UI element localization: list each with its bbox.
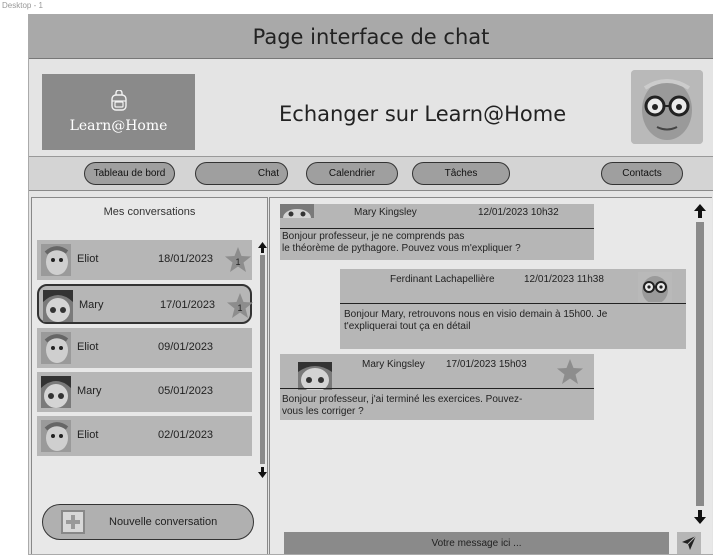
- scroll-up-arrow-icon: [694, 204, 706, 218]
- logo[interactable]: Learn@Home: [42, 74, 195, 150]
- conversation-name: Mary: [77, 385, 102, 397]
- message-author: Mary Kingsley: [362, 359, 425, 370]
- send-button[interactable]: [677, 532, 701, 554]
- message-bubble: Mary Kingsley 12/01/2023 10h32 Bonjour p…: [280, 204, 594, 260]
- conversation-date: 05/01/2023: [158, 385, 214, 397]
- message-text-line: Bonjour professeur, j'ai terminé les exe…: [282, 394, 523, 405]
- conversation-item-selected[interactable]: Mary 17/01/2023 1: [37, 284, 253, 324]
- nav-tasks-button[interactable]: Tâches: [412, 162, 510, 185]
- conversation-date: 18/01/2023: [158, 253, 214, 265]
- new-conversation-label: Nouvelle conversation: [109, 516, 218, 528]
- message-divider: [280, 388, 594, 389]
- star-badge-icon: 1: [227, 293, 253, 318]
- nav-bar: Tableau de bord Chat Calendrier Tâches C…: [29, 157, 713, 191]
- app-frame: Page interface de chat Learn@Home Echang…: [28, 14, 713, 555]
- backpack-icon: [110, 90, 127, 111]
- conversation-item[interactable]: Eliot 18/01/2023 1: [37, 240, 252, 280]
- message-text-line: vous les corriger ?: [282, 406, 364, 417]
- nav-calendar-button[interactable]: Calendrier: [306, 162, 398, 185]
- star-icon[interactable]: [556, 358, 584, 386]
- avatar: [41, 244, 71, 276]
- message-text-line: t'expliquerai tout ça en détail: [344, 321, 471, 332]
- message-input-placeholder: Votre message ici ...: [431, 537, 522, 549]
- message-datetime: 17/01/2023 15h03: [446, 359, 527, 370]
- message-bubble: Mary Kingsley 17/01/2023 15h03 Bonjour p…: [280, 354, 594, 420]
- chat-scrollbar[interactable]: [694, 204, 706, 524]
- message-bubble: Ferdinant Lachapellière 12/01/2023 11h38…: [340, 269, 686, 349]
- scroll-down-arrow-icon: [258, 467, 267, 478]
- nav-chat-label: Chat: [257, 168, 279, 179]
- nav-dashboard-label: Tableau de bord: [93, 168, 166, 179]
- message-input[interactable]: Votre message ici ...: [284, 532, 669, 554]
- avatar: [298, 362, 332, 390]
- title-bar: Page interface de chat: [29, 15, 713, 59]
- message-divider: [280, 228, 594, 229]
- avatar: [638, 272, 672, 302]
- conversations-title: Mes conversations: [103, 206, 196, 218]
- message-author: Mary Kingsley: [354, 207, 417, 218]
- profile-avatar[interactable]: [631, 70, 703, 144]
- avatar: [280, 204, 314, 218]
- scroll-up-arrow-icon: [258, 242, 267, 253]
- conversations-panel: Mes conversations Eliot 18/01/2023 1 Mar…: [31, 197, 268, 554]
- badge-count: 1: [235, 257, 240, 267]
- chat-panel: Mary Kingsley 12/01/2023 10h32 Bonjour p…: [269, 197, 712, 554]
- page-title: Page interface de chat: [252, 24, 490, 49]
- nav-tasks-label: Tâches: [444, 168, 478, 179]
- message-text-line: le théorème de pythagore. Pouvez vous m'…: [282, 243, 521, 254]
- avatar: [41, 376, 71, 408]
- new-conversation-button[interactable]: Nouvelle conversation: [42, 504, 254, 540]
- conversation-name: Eliot: [77, 341, 99, 353]
- frame-label: Desktop - 1: [2, 1, 43, 10]
- header: Learn@Home Echanger sur Learn@Home: [29, 60, 713, 157]
- plus-icon: [61, 510, 85, 534]
- conversation-name: Mary: [79, 299, 104, 311]
- conversation-item[interactable]: Eliot 02/01/2023: [37, 416, 252, 456]
- avatar: [43, 290, 73, 322]
- message-text-line: Bonjour professeur, je ne comprends pas: [282, 231, 465, 242]
- message-divider: [340, 303, 686, 304]
- message-datetime: 12/01/2023 10h32: [478, 207, 559, 218]
- nav-calendar-label: Calendrier: [328, 168, 376, 179]
- conversation-item[interactable]: Eliot 09/01/2023: [37, 328, 252, 368]
- conversation-name: Eliot: [77, 429, 99, 441]
- message-datetime: 12/01/2023 11h38: [524, 274, 604, 285]
- logo-text: Learn@Home: [69, 118, 168, 134]
- avatar: [41, 332, 71, 364]
- nav-chat-button[interactable]: Chat: [195, 162, 288, 185]
- conversation-date: 02/01/2023: [158, 429, 214, 441]
- nav-contacts-button[interactable]: Contacts: [601, 162, 683, 185]
- scroll-down-arrow-icon: [694, 510, 706, 524]
- avatar: [41, 420, 71, 452]
- conversations-scrollbar[interactable]: [258, 242, 267, 478]
- badge-count: 1: [237, 303, 242, 313]
- nav-dashboard-button[interactable]: Tableau de bord: [84, 162, 175, 185]
- conversation-date: 09/01/2023: [158, 341, 214, 353]
- nav-contacts-label: Contacts: [622, 168, 662, 179]
- conversation-name: Eliot: [77, 253, 99, 265]
- conversation-item[interactable]: Mary 05/01/2023: [37, 372, 252, 412]
- star-badge-icon: 1: [225, 247, 251, 272]
- conversation-date: 17/01/2023: [160, 299, 216, 311]
- send-icon: [682, 535, 697, 550]
- message-author: Ferdinant Lachapellière: [390, 274, 495, 285]
- message-text-line: Bonjour Mary, retrouvons nous en visio d…: [344, 309, 608, 320]
- header-title: Echanger sur Learn@Home: [279, 102, 567, 126]
